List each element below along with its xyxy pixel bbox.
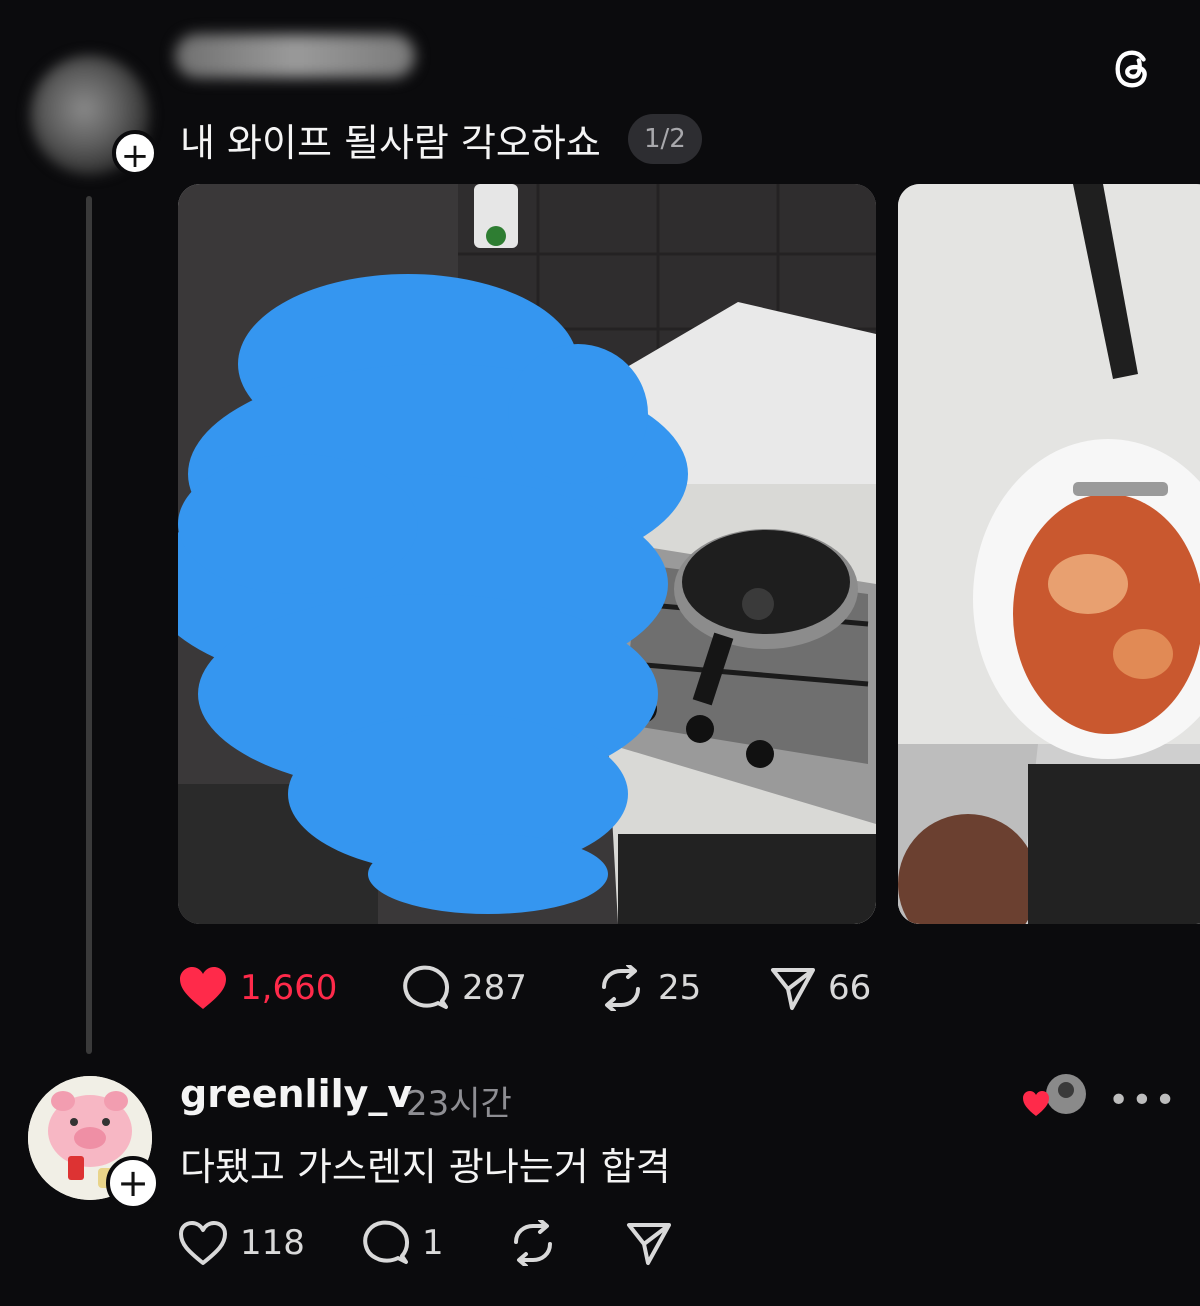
author-liked-indicator [1023,1074,1086,1116]
follow-plus-icon[interactable]: + [112,130,158,176]
post-image-1[interactable] [178,184,876,924]
share-count: 66 [828,968,872,1008]
like-button[interactable]: 1,660 [178,965,337,1011]
reply-comment-button[interactable]: 1 [362,1220,444,1266]
follow-plus-icon[interactable]: + [106,1156,160,1210]
page-indicator-badge: 1/2 [628,114,702,164]
reply-comment-count: 1 [422,1223,444,1263]
post-image-2[interactable] [898,184,1200,924]
repost-button[interactable]: 25 [596,965,701,1011]
like-count: 1,660 [240,968,338,1008]
reply-timestamp: 23시간 [406,1084,512,1124]
reply-share-button[interactable] [626,1220,672,1266]
reply-like-button[interactable]: 118 [178,1220,305,1266]
thread-line [86,196,92,1054]
share-button[interactable]: 66 [770,965,871,1011]
comment-bubble-icon [403,965,449,1009]
reply-text: 다됐고 가스렌지 광나는거 합격 [180,1145,671,1189]
repost-icon [514,1220,552,1266]
send-icon [771,968,815,1010]
ellipsis-icon[interactable]: ••• [1108,1080,1178,1121]
reply-repost-button[interactable] [508,1220,558,1266]
heart-icon [180,967,226,1009]
send-icon [627,1223,671,1265]
repost-icon [602,965,640,1011]
reply-username[interactable]: greenlily_v [180,1072,412,1116]
reply-like-count: 118 [240,1223,305,1263]
comment-button[interactable]: 287 [402,965,527,1011]
heart-outline-icon [179,1221,227,1265]
comment-count: 287 [462,968,527,1008]
comment-bubble-icon [363,1220,409,1264]
post-photo-pasta [898,184,1200,924]
threads-logo-icon[interactable] [1110,46,1156,92]
repost-count: 25 [658,968,702,1008]
post-photo-kitchen [178,184,876,924]
post-text: 내 와이프 될사람 각오하쇼 [180,121,601,165]
redacted-username [175,34,415,78]
